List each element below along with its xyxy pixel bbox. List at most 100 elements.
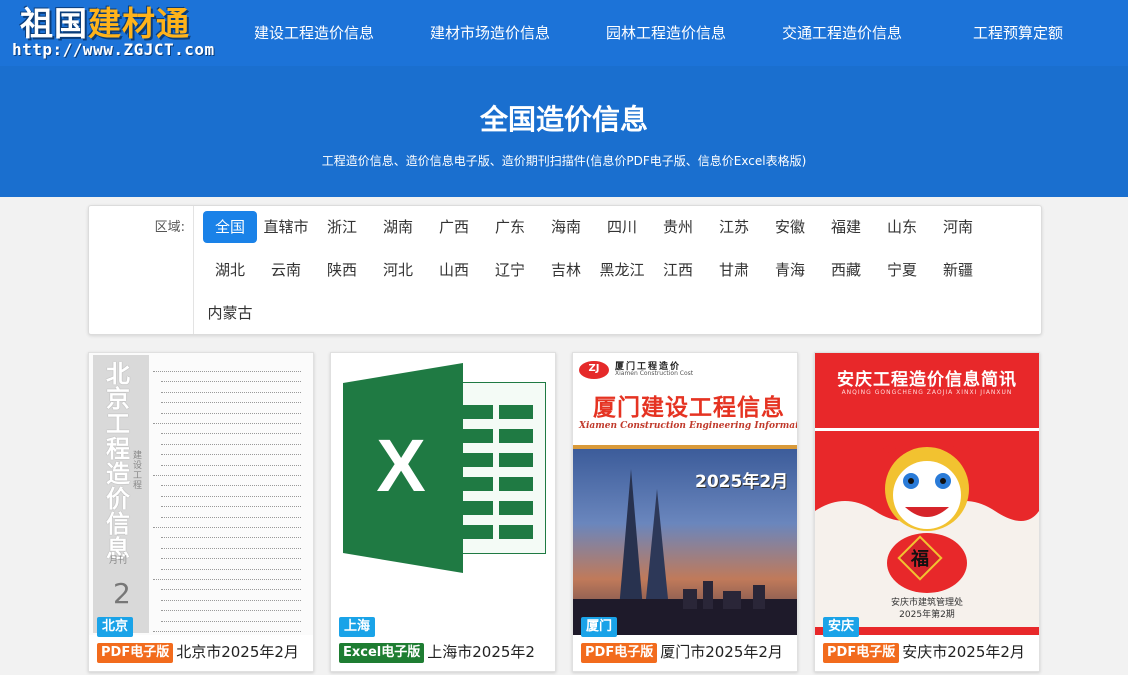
publication-card-beijing[interactable]: 北京工程造价信息 建设工程 月刊 2 北京 PDF电子版 北京市2025年2月 <box>88 352 314 672</box>
toc-line <box>161 610 301 612</box>
region-option[interactable]: 直辖市 <box>256 211 316 243</box>
format-badge: PDF电子版 <box>97 643 174 663</box>
main-nav: 建设工程造价信息 建材市场造价信息 园林工程造价信息 交通工程造价信息 工程预算… <box>226 0 1106 66</box>
toc-line <box>153 371 301 372</box>
card-caption: PDF电子版 安庆市2025年2月 <box>823 641 1037 663</box>
toc-line <box>161 537 301 539</box>
cover-title-strip: 北京工程造价信息 建设工程 月刊 2 <box>93 355 149 633</box>
region-option[interactable]: 河南 <box>931 211 985 243</box>
cover-image-shanghai: X <box>331 353 555 635</box>
toc-line <box>161 620 301 622</box>
region-option[interactable]: 辽宁 <box>483 254 537 286</box>
card-title: 上海市2025年2 <box>427 643 535 661</box>
toc-line <box>161 495 301 497</box>
toc-line <box>161 589 301 591</box>
card-title: 厦门市2025年2月 <box>660 643 783 661</box>
toc-line <box>161 391 301 393</box>
publication-card-shanghai[interactable]: X 上海 Excel电子版 上海市2025年2 <box>330 352 556 672</box>
nav-item-landscape[interactable]: 园林工程造价信息 <box>578 0 754 66</box>
toc-line <box>161 412 301 414</box>
cover-image-anqing: 安庆工程造价信息简讯 ANQING GONGCHENG ZAOJIA XINXI… <box>815 353 1039 635</box>
region-option[interactable]: 广东 <box>483 211 537 243</box>
region-filter-label: 区域: <box>154 220 185 235</box>
toc-line <box>161 547 301 549</box>
region-option[interactable]: 湖南 <box>371 211 425 243</box>
cover-city-photo: 2025年2月 <box>573 445 797 635</box>
region-option[interactable]: 新疆 <box>931 254 985 286</box>
region-option[interactable]: 江西 <box>651 254 705 286</box>
page-title: 全国造价信息 <box>479 103 648 136</box>
region-option[interactable]: 内蒙古 <box>200 297 260 329</box>
region-option[interactable]: 山西 <box>427 254 481 286</box>
region-option[interactable]: 青海 <box>763 254 817 286</box>
city-tag: 厦门 <box>581 617 618 637</box>
region-filter: 区域: 全国 直辖市 浙江 湖南 广西 广东 海南 四川 贵州 江苏 安徽 福建 山东 河南湖北 云南 陕西河… <box>88 205 1042 335</box>
cover-image-beijing: 北京工程造价信息 建设工程 月刊 2 <box>89 353 313 635</box>
region-option[interactable]: 湖北 <box>203 254 257 286</box>
cover-image-xiamen: ZJ 厦门工程造价 Xiamen Construction Cost 厦门建设工… <box>573 353 797 635</box>
region-option[interactable]: 西藏 <box>819 254 873 286</box>
city-tag: 上海 <box>339 617 376 637</box>
format-badge: PDF电子版 <box>581 643 658 663</box>
toc-line <box>161 516 301 518</box>
cover-header: ZJ 厦门工程造价 Xiamen Construction Cost 厦门建设工… <box>573 353 797 445</box>
region-option[interactable]: 浙江 <box>315 211 369 243</box>
cover-header-english: Xiamen Construction Cost <box>615 370 694 377</box>
toc-line <box>161 402 301 404</box>
toc-line <box>161 381 301 383</box>
toc-line <box>161 558 301 560</box>
toc-line <box>153 579 301 580</box>
cover-english-title: ANQING GONGCHENG ZAOJIA XINXI JIANXUN <box>841 389 1013 396</box>
region-option[interactable]: 云南 <box>259 254 313 286</box>
cover-main-title: 安庆工程造价信息简讯 <box>837 370 1017 390</box>
logo-url: http://www.ZGJCT.com <box>12 40 215 59</box>
cover-date: 2025年2月 <box>695 472 789 492</box>
nav-item-traffic[interactable]: 交通工程造价信息 <box>754 0 930 66</box>
region-option[interactable]: 宁夏 <box>875 254 929 286</box>
format-badge: PDF电子版 <box>823 643 900 663</box>
page-subtitle: 工程造价信息、造价信息电子版、造价期刊扫描件(信息价PDF电子版、信息价Exce… <box>321 154 807 168</box>
cover-english-title: Xiamen Construction Engineering Informat… <box>579 421 797 431</box>
nav-item-construction[interactable]: 建设工程造价信息 <box>226 0 402 66</box>
region-option[interactable]: 全国 <box>203 211 257 243</box>
nav-item-budget-quota[interactable]: 工程预算定额 <box>930 0 1106 66</box>
region-option[interactable]: 福建 <box>819 211 873 243</box>
toc-line <box>161 506 301 508</box>
toc-line <box>153 475 301 476</box>
publication-card-xiamen[interactable]: ZJ 厦门工程造价 Xiamen Construction Cost 厦门建设工… <box>572 352 798 672</box>
toc-line <box>153 631 301 632</box>
hero-banner: 全国造价信息 工程造价信息、造价信息电子版、造价期刊扫描件(信息价PDF电子版、… <box>0 66 1128 197</box>
region-option[interactable]: 甘肃 <box>707 254 761 286</box>
region-option[interactable]: 河北 <box>371 254 425 286</box>
region-option[interactable]: 吉林 <box>539 254 593 286</box>
region-option[interactable]: 四川 <box>595 211 649 243</box>
toc-line <box>161 485 301 487</box>
nav-item-materials[interactable]: 建材市场造价信息 <box>402 0 578 66</box>
cover-vertical-title: 北京工程造价信息 <box>106 359 130 563</box>
cover-artwork: 福 安庆市建筑管理处 2025年第2期 <box>815 431 1039 627</box>
region-option[interactable]: 山东 <box>875 211 929 243</box>
region-option[interactable]: 安徽 <box>763 211 817 243</box>
card-caption: PDF电子版 厦门市2025年2月 <box>581 641 795 663</box>
card-caption: PDF电子版 北京市2025年2月 <box>97 641 311 663</box>
region-option[interactable]: 陕西 <box>315 254 369 286</box>
toc-line <box>161 433 301 435</box>
top-navigation-bar: 祖国建材通 http://www.ZGJCT.com 建设工程造价信息 建材市场… <box>0 0 1128 66</box>
region-filter-label-cell: 区域: <box>89 206 194 334</box>
logo-wordmark: 祖国建材通 <box>20 4 190 43</box>
fu-character: 福 <box>910 548 929 570</box>
excel-letter: X <box>376 424 425 507</box>
site-logo[interactable]: 祖国建材通 http://www.ZGJCT.com <box>10 4 225 62</box>
region-option[interactable]: 广西 <box>427 211 481 243</box>
region-option[interactable]: 黑龙江 <box>592 254 652 286</box>
cover-main-title: 厦门建设工程信息 <box>593 395 785 421</box>
region-option[interactable]: 贵州 <box>651 211 705 243</box>
region-option[interactable]: 海南 <box>539 211 593 243</box>
card-title: 北京市2025年2月 <box>176 643 299 661</box>
card-caption: Excel电子版 上海市2025年2 <box>339 641 553 663</box>
publication-card-anqing[interactable]: 安庆工程造价信息简讯 ANQING GONGCHENG ZAOJIA XINXI… <box>814 352 1040 672</box>
toc-line <box>161 464 301 466</box>
city-tag: 安庆 <box>823 617 860 637</box>
toc-line <box>161 568 301 570</box>
region-option[interactable]: 江苏 <box>707 211 761 243</box>
